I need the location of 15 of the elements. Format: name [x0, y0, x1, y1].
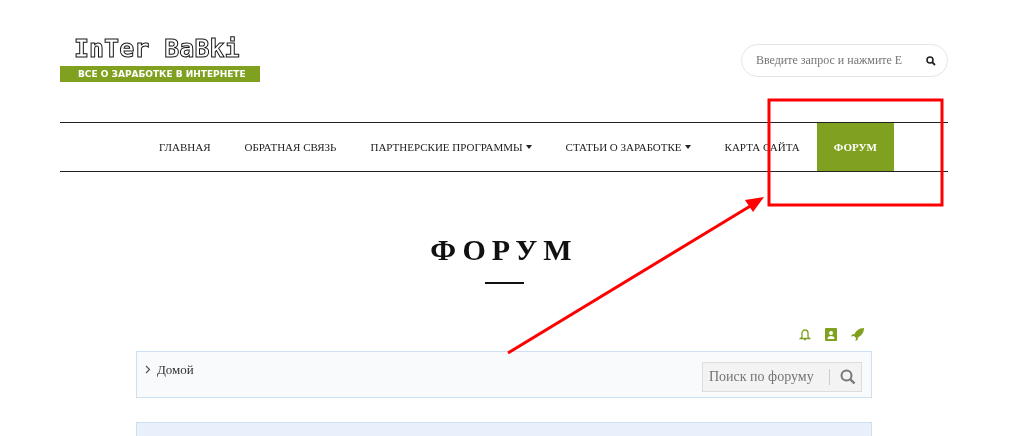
search-icon[interactable]: [926, 56, 936, 66]
nav-link[interactable]: СТАТЬИ О ЗАРАБОТКЕ: [548, 123, 708, 171]
logo-title: InTer BaBki: [73, 33, 241, 65]
logo-tagline: ВСЕ О ЗАРАБОТКЕ В ИНТЕРНЕТЕ: [60, 66, 260, 82]
nav-link[interactable]: ГЛАВНАЯ: [142, 123, 228, 171]
page-title: ФОРУМ: [429, 232, 579, 268]
nav-link[interactable]: ОБРАТНАЯ СВЯЗЬ: [227, 123, 354, 171]
breadcrumb-link[interactable]: Домой: [157, 362, 194, 378]
contact-book-icon[interactable]: [825, 328, 837, 341]
chevron-icon: [145, 365, 151, 374]
search-field[interactable]: Введите запрос и нажмите E: [741, 44, 948, 77]
nav-link[interactable]: ПАРТНЕРСКИЕ ПРОГРАММЫ: [353, 123, 549, 171]
bell-icon[interactable]: [799, 328, 811, 341]
forum-search-field[interactable]: Поиск по форуму: [702, 362, 862, 392]
rocket-icon[interactable]: [851, 328, 864, 341]
